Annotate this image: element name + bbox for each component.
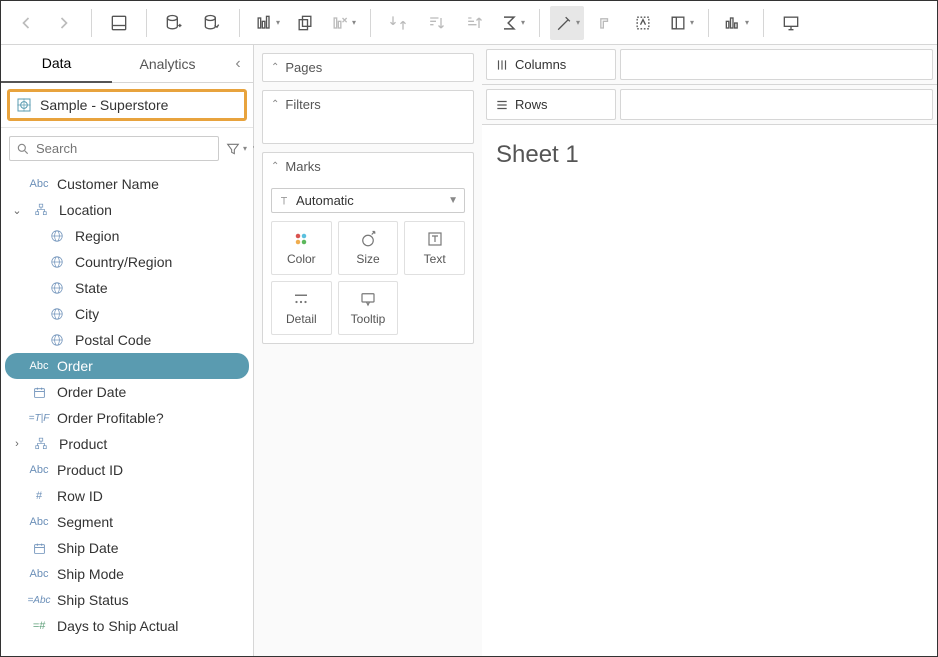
- show-labels-button[interactable]: [588, 6, 622, 40]
- detail-mark-button[interactable]: Detail: [271, 281, 332, 335]
- field-ship-status[interactable]: =AbcShip Status: [5, 587, 249, 613]
- view-pane: Columns Rows Sheet 1: [482, 45, 937, 656]
- filter-fields-button[interactable]: ▾: [225, 138, 247, 160]
- boolean-calc-icon: =T|F: [27, 413, 51, 424]
- data-source-item[interactable]: Sample - Superstore: [7, 89, 247, 121]
- globe-icon: [45, 229, 69, 243]
- highlight-button[interactable]: ▾: [550, 6, 584, 40]
- field-state[interactable]: State: [5, 275, 249, 301]
- clear-sheet-button[interactable]: ▾: [326, 6, 360, 40]
- collapse-pane-button[interactable]: ‹: [223, 55, 253, 73]
- field-order-date[interactable]: Order Date: [5, 379, 249, 405]
- date-icon: [27, 542, 51, 555]
- chevron-down-icon: ⌄: [11, 204, 23, 217]
- back-button[interactable]: [9, 6, 43, 40]
- globe-icon: [45, 307, 69, 321]
- field-product[interactable]: ›Product: [5, 431, 249, 457]
- field-ship-date[interactable]: Ship Date: [5, 535, 249, 561]
- string-icon: Abc: [27, 464, 51, 476]
- string-calc-icon: =Abc: [27, 595, 51, 606]
- swap-button[interactable]: [381, 6, 415, 40]
- chevron-up-icon: ⌃: [271, 99, 279, 110]
- new-data-source-button[interactable]: [157, 6, 191, 40]
- number-icon: #: [27, 490, 51, 502]
- pages-shelf[interactable]: ⌃Pages: [262, 53, 474, 82]
- globe-icon: [45, 255, 69, 269]
- columns-drop-area[interactable]: [620, 49, 933, 80]
- sort-asc-button[interactable]: [419, 6, 453, 40]
- date-icon: [27, 386, 51, 399]
- size-icon: [359, 230, 377, 248]
- tab-data[interactable]: Data: [1, 45, 112, 83]
- field-customer-name[interactable]: AbcCustomer Name: [5, 171, 249, 197]
- chevron-right-icon: ›: [11, 438, 23, 450]
- filters-shelf[interactable]: ⌃Filters: [262, 90, 474, 144]
- field-order-profitable[interactable]: =T|FOrder Profitable?: [5, 405, 249, 431]
- mark-type-dropdown[interactable]: Automatic ▼: [271, 188, 465, 213]
- data-pane: Data Analytics ‹ Sample - Superstore ▾ ▾…: [1, 45, 254, 656]
- columns-icon: [495, 58, 509, 72]
- field-postal-code[interactable]: Postal Code: [5, 327, 249, 353]
- detail-icon: [292, 290, 310, 308]
- totals-button[interactable]: ▾: [495, 6, 529, 40]
- search-input[interactable]: [36, 141, 212, 156]
- rows-shelf[interactable]: Rows: [486, 89, 616, 120]
- search-input-box[interactable]: [9, 136, 219, 161]
- field-ship-mode[interactable]: AbcShip Mode: [5, 561, 249, 587]
- rows-shelf-row: Rows: [482, 85, 937, 125]
- number-calc-icon: =#: [27, 620, 51, 632]
- show-me-button[interactable]: ▾: [719, 6, 753, 40]
- forward-button[interactable]: [47, 6, 81, 40]
- field-days-to-ship-actual[interactable]: =#Days to Ship Actual: [5, 613, 249, 639]
- refresh-data-button[interactable]: [195, 6, 229, 40]
- rows-icon: [495, 98, 509, 112]
- tooltip-icon: [359, 290, 377, 308]
- string-icon: Abc: [27, 178, 51, 190]
- search-icon: [16, 142, 30, 156]
- field-product-id[interactable]: AbcProduct ID: [5, 457, 249, 483]
- field-row-id[interactable]: #Row ID: [5, 483, 249, 509]
- string-icon: Abc: [27, 516, 51, 528]
- text-icon: [426, 230, 444, 248]
- data-source-label: Sample - Superstore: [40, 97, 168, 113]
- globe-icon: [45, 333, 69, 347]
- hierarchy-icon: [29, 203, 53, 217]
- sheet-title[interactable]: Sheet 1: [482, 125, 937, 185]
- shelves-pane: ⌃Pages ⌃Filters ⌃Marks Automatic ▼ Color…: [254, 45, 482, 656]
- chevron-down-icon: ▼: [448, 195, 458, 206]
- new-worksheet-button[interactable]: ▾: [250, 6, 284, 40]
- format-workbook-button[interactable]: [626, 6, 660, 40]
- duplicate-sheet-button[interactable]: [288, 6, 322, 40]
- tooltip-mark-button[interactable]: Tooltip: [338, 281, 399, 335]
- columns-shelf[interactable]: Columns: [486, 49, 616, 80]
- hierarchy-icon: [29, 437, 53, 451]
- string-icon: Abc: [27, 568, 51, 580]
- string-icon: Abc: [27, 360, 51, 372]
- save-button[interactable]: [102, 6, 136, 40]
- toolbar: ▾ ▾ ▾ ▾ ▾ ▾: [1, 1, 937, 45]
- field-country-region[interactable]: Country/Region: [5, 249, 249, 275]
- field-city[interactable]: City: [5, 301, 249, 327]
- text-mark-button[interactable]: Text: [404, 221, 465, 275]
- field-list: AbcCustomer Name ⌄Location Region Countr…: [1, 169, 253, 656]
- size-mark-button[interactable]: Size: [338, 221, 399, 275]
- field-location[interactable]: ⌄Location: [5, 197, 249, 223]
- text-type-icon: [278, 195, 290, 207]
- field-segment[interactable]: AbcSegment: [5, 509, 249, 535]
- field-region[interactable]: Region: [5, 223, 249, 249]
- chevron-up-icon: ⌃: [271, 161, 279, 172]
- chevron-up-icon: ⌃: [271, 62, 279, 73]
- tab-analytics[interactable]: Analytics: [112, 46, 223, 82]
- color-mark-button[interactable]: Color: [271, 221, 332, 275]
- presentation-mode-button[interactable]: [774, 6, 808, 40]
- marks-card: ⌃Marks Automatic ▼ Color Size Text Detai…: [262, 152, 474, 344]
- sort-desc-button[interactable]: [457, 6, 491, 40]
- data-source-icon: [16, 97, 32, 113]
- color-icon: [292, 230, 310, 248]
- field-order[interactable]: AbcOrder: [5, 353, 249, 379]
- fit-button[interactable]: ▾: [664, 6, 698, 40]
- columns-shelf-row: Columns: [482, 45, 937, 85]
- globe-icon: [45, 281, 69, 295]
- rows-drop-area[interactable]: [620, 89, 933, 120]
